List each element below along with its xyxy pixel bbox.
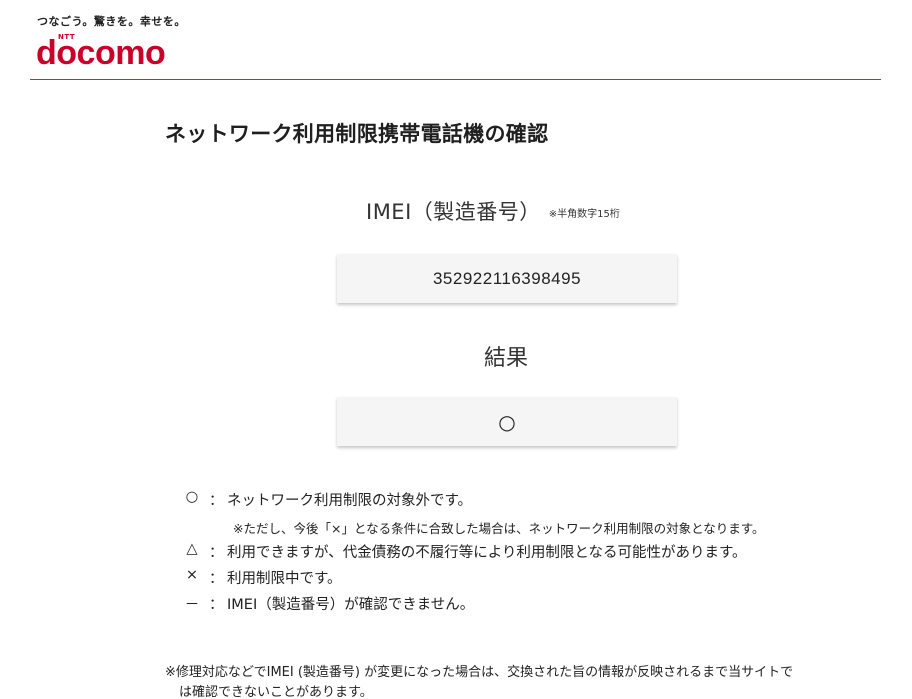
imei-value: 352922116398495: [432, 268, 582, 288]
legend-text: IMEI（製造番号）が確認できません。: [227, 597, 475, 613]
legend-sub-note: ※ただし、今後「×」となる条件に合致した場合は、ネットワーク利用制限の対象となり…: [233, 521, 765, 536]
imei-label-row: IMEI（製造番号） ※半角数字15桁: [366, 196, 620, 226]
result-value-box: ○: [337, 397, 677, 446]
imei-value-box: 352922116398495: [337, 254, 677, 303]
imei-format-note: ※半角数字15桁: [548, 209, 620, 220]
result-value: ○: [498, 409, 516, 434]
docomo-logo[interactable]: NTT docomo: [36, 30, 186, 74]
brand-tagline: つなごう。驚きを。幸せを。: [37, 15, 186, 28]
result-label: 結果: [484, 346, 529, 371]
legend-symbol: ×: [185, 567, 199, 583]
site-header: つなごう。驚きを。幸せを。 NTT docomo: [0, 0, 912, 82]
logo-wordmark: docomo: [36, 34, 166, 72]
repair-footnote: ※修理対応などでIMEI (製造番号) が変更になった場合は、交換された旨の情報…: [165, 663, 865, 699]
imei-label: IMEI（製造番号）: [366, 200, 541, 224]
legend-colon: ：: [209, 571, 224, 587]
legend-colon: ：: [209, 493, 224, 509]
legend-item-caution: △ ： 利用できますが、代金債務の不履行等により利用制限となる可能性があります。: [183, 541, 883, 567]
legend-symbol: ○: [185, 489, 199, 505]
page-title: ネットワーク利用制限携帯電話機の確認: [165, 122, 549, 146]
footnote-line-1: ※修理対応などでIMEI (製造番号) が変更になった場合は、交換された旨の情報…: [165, 665, 794, 680]
legend-item-restricted: × ： 利用制限中です。: [183, 567, 883, 593]
legend-item-unknown: － ： IMEI（製造番号）が確認できません。: [183, 593, 883, 619]
legend-colon: ：: [209, 545, 224, 561]
legend-text: 利用できますが、代金債務の不履行等により利用制限となる可能性があります。: [227, 545, 747, 561]
legend-text: 利用制限中です。: [227, 571, 342, 587]
footnote-line-2: は確認できないことがあります。: [179, 685, 373, 699]
legend-symbol: △: [186, 541, 198, 557]
legend-item-ok: ○ ： ネットワーク利用制限の対象外です。: [183, 489, 883, 515]
header-divider: [30, 79, 881, 80]
legend-colon: ：: [209, 597, 224, 613]
result-legend: ○ ： ネットワーク利用制限の対象外です。 ※ただし、今後「×」となる条件に合致…: [183, 489, 883, 619]
legend-symbol: －: [184, 597, 200, 613]
legend-text: ネットワーク利用制限の対象外です。: [227, 493, 473, 509]
